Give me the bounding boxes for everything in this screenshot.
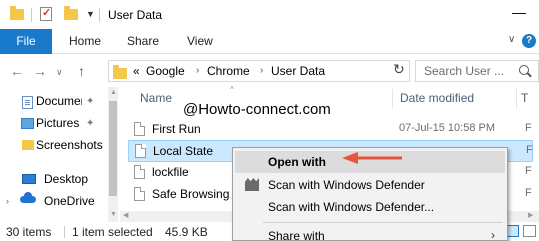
menu-item-label: Share with: [268, 229, 325, 241]
scroll-right-icon[interactable]: ▶: [528, 211, 533, 219]
file-type: F: [526, 144, 533, 156]
watermark: @Howto-connect.com: [183, 101, 331, 118]
chevron-right-icon[interactable]: ›: [260, 65, 263, 76]
file-name: First Run: [152, 122, 201, 136]
column-divider[interactable]: [516, 89, 517, 109]
selection-size: 45.9 KB: [165, 225, 208, 239]
recent-locations-icon[interactable]: ∨: [56, 67, 63, 78]
separator: [31, 8, 32, 22]
file-icon: [135, 144, 146, 158]
menu-item-share-with[interactable]: Share with ›: [235, 225, 505, 241]
file-icon: [134, 165, 145, 179]
ribbon-tabs: File Home Share View ∨ ?: [0, 29, 539, 54]
nav-item-pictures[interactable]: Pictures ✦: [0, 113, 118, 135]
column-header-name[interactable]: Name: [140, 91, 172, 105]
scroll-down-icon[interactable]: ▼: [110, 211, 117, 218]
nav-scrollbar[interactable]: ▲ ▼: [108, 87, 118, 222]
item-count: 30 items: [6, 225, 52, 239]
navigation-pane: Documents ✦ Pictures ✦ Screenshots Deskt…: [0, 87, 118, 222]
defender-icon: [245, 178, 259, 191]
breadcrumb-user-data[interactable]: User Data: [271, 64, 325, 78]
address-bar[interactable]: « Google › Chrome › User Data ∨: [108, 60, 484, 82]
breadcrumb-chrome[interactable]: Chrome: [207, 64, 250, 78]
file-icon: [134, 187, 145, 201]
folder-icon: [113, 65, 127, 79]
menu-item-label: Scan with Windows Defender: [268, 178, 425, 192]
tab-file[interactable]: File: [0, 29, 52, 54]
separator: [64, 226, 65, 238]
nav-item-label: Screenshots: [36, 138, 103, 152]
tab-home[interactable]: Home: [69, 29, 101, 54]
file-type: F: [525, 187, 532, 199]
forward-arrow-icon[interactable]: →: [33, 63, 47, 79]
navigation-bar: ← → ∨ ↑ « Google › Chrome › User Data ∨ …: [0, 55, 539, 87]
nav-item-label: Pictures: [36, 116, 80, 130]
document-icon: [22, 96, 33, 109]
sort-arrow-icon: ^: [230, 85, 234, 94]
pictures-icon: [21, 118, 34, 129]
large-icons-view-icon[interactable]: [523, 225, 536, 237]
file-name: Local State: [153, 144, 214, 158]
menu-separator: [263, 222, 503, 223]
nav-item-desktop[interactable]: Desktop: [0, 169, 118, 191]
pin-icon: ✦: [86, 96, 95, 107]
search-input[interactable]: [424, 63, 516, 79]
new-folder-icon[interactable]: [64, 6, 78, 20]
file-date: 07-Jul-15 10:58 PM: [399, 122, 495, 134]
file-type: F: [525, 165, 532, 177]
search-box[interactable]: [415, 60, 539, 82]
cloud-icon: [20, 192, 36, 203]
chevron-right-icon[interactable]: ›: [196, 65, 199, 76]
file-row-first-run[interactable]: First Run 07-Jul-15 10:58 PM F: [128, 119, 533, 141]
scroll-up-icon[interactable]: ▲: [110, 89, 117, 96]
customize-toolbar-icon[interactable]: ▼: [86, 9, 95, 19]
menu-item-scan-defender[interactable]: Scan with Windows Defender: [235, 174, 505, 196]
file-name: lockfile: [152, 165, 189, 179]
pin-icon: ✦: [86, 118, 95, 129]
separator: [99, 8, 100, 22]
window-title: User Data: [108, 8, 163, 22]
help-icon[interactable]: ?: [522, 34, 536, 48]
desktop-icon: [22, 174, 36, 184]
properties-icon[interactable]: [40, 6, 52, 21]
folder-icon[interactable]: [10, 6, 24, 20]
nav-item-label: OneDrive: [44, 194, 95, 208]
folder-icon: [22, 140, 34, 150]
menu-item-scan-defender-more[interactable]: Scan with Windows Defender...: [235, 196, 505, 218]
up-arrow-icon[interactable]: ↑: [78, 63, 85, 79]
column-header-type[interactable]: T: [521, 91, 528, 105]
annotation-arrow-icon: [342, 152, 402, 164]
nav-item-documents[interactable]: Documents ✦: [0, 91, 118, 113]
file-icon: [134, 122, 145, 136]
chevron-right-icon[interactable]: ›: [6, 196, 9, 206]
selection-count: 1 item selected: [72, 225, 153, 239]
column-divider[interactable]: [392, 89, 393, 109]
scroll-thumb[interactable]: [109, 101, 117, 196]
menu-item-label: Scan with Windows Defender...: [268, 200, 435, 214]
tab-view[interactable]: View: [187, 29, 213, 54]
menu-item-label: Open with: [268, 155, 326, 169]
expand-ribbon-icon[interactable]: ∨: [508, 34, 515, 45]
scroll-left-icon[interactable]: ◀: [123, 211, 128, 219]
file-type: F: [525, 122, 532, 134]
nav-item-label: Documents: [36, 94, 82, 108]
nav-item-onedrive[interactable]: › OneDrive: [0, 191, 118, 213]
back-arrow-icon[interactable]: ←: [10, 63, 24, 79]
refresh-icon[interactable]: ↻: [393, 61, 405, 78]
search-icon[interactable]: [519, 65, 529, 75]
title-bar: ▼ User Data —: [0, 0, 539, 29]
chevron-right-icon: ›: [491, 228, 495, 241]
column-header-date[interactable]: Date modified: [400, 91, 474, 105]
tab-share[interactable]: Share: [127, 29, 159, 54]
nav-item-screenshots[interactable]: Screenshots: [0, 135, 118, 157]
file-name: Safe Browsing: [152, 187, 230, 201]
breadcrumb-overflow[interactable]: «: [133, 64, 140, 78]
breadcrumb-google[interactable]: Google: [146, 64, 185, 78]
minimize-button[interactable]: —: [505, 5, 533, 23]
